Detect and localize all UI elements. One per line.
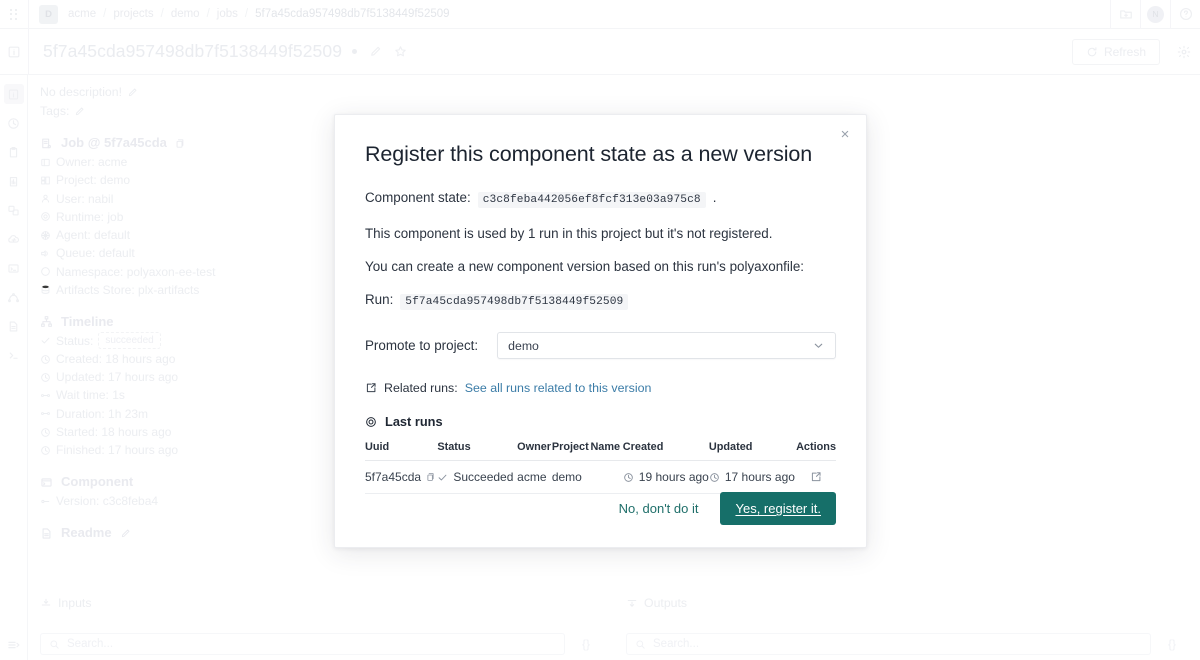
usage-line: This component is used by 1 run in this …: [365, 226, 773, 241]
table-header-row: Uuid Status Owner Project Name Created U…: [365, 441, 836, 461]
th-owner[interactable]: Owner: [517, 441, 552, 461]
run-row: Run: 5f7a45cda957498db7f5138449f52509: [365, 292, 836, 310]
cell-uuid: 5f7a45cda: [365, 460, 438, 494]
cell-status: Succeeded: [437, 460, 518, 494]
th-actions: Actions: [796, 441, 836, 461]
register-version-modal: × Register this component state as a new…: [334, 114, 867, 548]
th-status[interactable]: Status: [437, 441, 518, 461]
cell-updated: 17 hours ago: [708, 460, 797, 494]
cell-name: [590, 460, 623, 494]
run-value: 5f7a45cda957498db7f5138449f52509: [400, 294, 629, 310]
last-runs-title: Last runs: [365, 414, 836, 429]
th-project[interactable]: Project: [551, 441, 591, 461]
updated-text: 17 hours ago: [724, 470, 795, 484]
related-runs-label: Related runs:: [384, 381, 458, 395]
clock-icon: [623, 472, 634, 483]
promote-selected-value: demo: [508, 338, 539, 353]
th-uuid[interactable]: Uuid: [365, 441, 438, 461]
component-state-row: Component state: c3c8feba442056ef8fcf313…: [365, 190, 836, 208]
promote-label: Promote to project:: [365, 338, 479, 353]
cell-project: demo: [551, 460, 591, 494]
created-text: 19 hours ago: [638, 470, 709, 484]
cell-owner: acme: [517, 460, 552, 494]
check-icon: [437, 472, 448, 483]
modal-title: Register this component state as a new v…: [365, 142, 813, 166]
related-runs-row: Related runs: See all runs related to th…: [365, 381, 836, 395]
run-label: Run:: [365, 292, 394, 307]
promote-row: Promote to project: demo: [365, 332, 836, 359]
modal-footer: No, don't do it Yes, register it.: [619, 492, 836, 525]
component-state-period: .: [712, 190, 717, 205]
cell-actions: [796, 460, 836, 494]
cancel-button[interactable]: No, don't do it: [619, 501, 699, 516]
th-created[interactable]: Created: [622, 441, 709, 461]
clock-icon: [709, 472, 720, 483]
chevron-down-icon: [812, 339, 825, 352]
external-link-icon: [365, 382, 377, 394]
cell-created: 19 hours ago: [622, 460, 709, 494]
uuid-text[interactable]: 5f7a45cda: [365, 470, 421, 484]
create-line: You can create a new component version b…: [365, 259, 805, 274]
component-state-label: Component state:: [365, 190, 471, 205]
table-row: 5f7a45cda Succeeded acme demo 19 hours a…: [365, 460, 836, 494]
th-updated[interactable]: Updated: [708, 441, 797, 461]
target-icon: [365, 416, 377, 428]
close-icon[interactable]: ×: [834, 123, 856, 145]
status-text: Succeeded: [453, 470, 514, 484]
related-runs-link[interactable]: See all runs related to this version: [465, 381, 652, 395]
last-runs-table: Uuid Status Owner Project Name Created U…: [365, 441, 836, 494]
external-link-icon[interactable]: [796, 471, 836, 483]
confirm-register-button[interactable]: Yes, register it.: [720, 492, 836, 525]
copy-icon[interactable]: [426, 472, 436, 482]
th-name[interactable]: Name: [590, 441, 623, 461]
component-state-value: c3c8feba442056ef8fcf313e03a975c8: [477, 192, 706, 208]
promote-project-select[interactable]: demo: [497, 332, 836, 359]
